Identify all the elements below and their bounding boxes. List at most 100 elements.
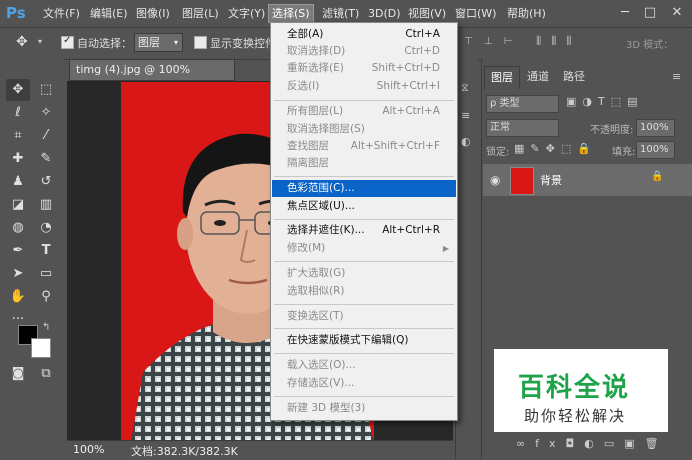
photoshop-logo: Ps [6, 4, 26, 22]
auto-select-target-select[interactable]: 图层 ▾ [134, 33, 183, 52]
eyedropper-icon[interactable]: ⁄ [34, 125, 58, 147]
menu-item-save-selection[interactable]: 存储选区(V)... [272, 375, 456, 392]
menu-item-new-3d-model[interactable]: 新建 3D 模型(3) [272, 400, 456, 417]
menu-3d[interactable]: 3D(D) [365, 5, 404, 22]
menu-item-color-range[interactable]: 色彩范围(C)... [272, 180, 456, 197]
chevron-down-icon[interactable]: ▾ [38, 37, 42, 46]
auto-select-checkbox[interactable] [61, 35, 74, 49]
menu-item-similar[interactable]: 选取相似(R) [272, 283, 456, 300]
layer-thumbnail [510, 167, 534, 195]
blur-tool-icon[interactable]: ◍ [6, 217, 30, 239]
hand-tool-icon[interactable]: ✋ [6, 286, 30, 308]
watermark: 百科全说 助你轻松解决 [494, 349, 668, 432]
path-select-icon[interactable]: ➤ [6, 263, 30, 285]
filter-icons[interactable]: ▣◑T⬚▤ [566, 95, 644, 108]
stamp-tool-icon[interactable]: ♟ [6, 171, 30, 193]
history-brush-icon[interactable]: ↺ [34, 171, 58, 193]
gradient-tool-icon[interactable]: ▥ [34, 194, 58, 216]
layer-row[interactable]: ◉ 背景 🔒 [483, 164, 692, 196]
eye-icon[interactable]: ◉ [490, 173, 500, 187]
lasso-tool-icon[interactable]: ℓ [6, 102, 30, 124]
rectangle-tool-icon[interactable]: ▭ [34, 263, 58, 285]
menu-select[interactable]: 选择(S) [268, 4, 314, 23]
menu-edit[interactable]: 编辑(E) [87, 5, 131, 22]
tab-paths[interactable]: 路径 [557, 66, 591, 88]
select-menu-dropdown: 全部(A) Ctrl+A 取消选择(D) Ctrl+D 重新选择(E) Shift+C… [270, 22, 458, 421]
lock-label: 锁定: [486, 147, 510, 158]
panel-menu-icon[interactable]: ≡ [672, 70, 681, 83]
adjustments-panel-icon[interactable]: ◐ [461, 135, 471, 148]
menu-separator [274, 396, 454, 397]
menu-view[interactable]: 视图(V) [405, 5, 449, 22]
brush-tool-icon[interactable]: ✎ [34, 148, 58, 170]
layer-footer-icons[interactable]: ∞fx◘◐▭▣🗑 [516, 437, 669, 450]
menu-separator [274, 353, 454, 354]
move-tool-icon[interactable]: ✥ [16, 34, 28, 50]
type-tool-icon[interactable]: T [34, 240, 58, 262]
minimize-button[interactable]: ─ [616, 4, 634, 22]
menu-item-quick-mask[interactable]: 在快速蒙版模式下编辑(Q) [272, 332, 456, 349]
menu-item-reselect[interactable]: 重新选择(E) Shift+Ctrl+D [272, 60, 456, 77]
fill-label: 填充: [612, 147, 636, 158]
opacity-label: 不透明度: [590, 125, 634, 136]
background-color-swatch[interactable] [31, 338, 51, 358]
menu-item-grow[interactable]: 扩大选取(G) [272, 265, 456, 282]
lock-icons[interactable]: ▦✎✥⬚🔒 [514, 142, 597, 155]
menu-separator [274, 176, 454, 177]
pen-tool-icon[interactable]: ✒ [6, 240, 30, 262]
menu-image[interactable]: 图像(I) [133, 5, 173, 22]
menu-item-all[interactable]: 全部(A) Ctrl+A [272, 26, 456, 43]
menu-item-focus-area[interactable]: 焦点区域(U)... [272, 198, 456, 215]
menu-file[interactable]: 文件(F) [40, 5, 83, 22]
menu-item-isolate-layers[interactable]: 隔离图层 [272, 155, 456, 172]
show-transform-label: 显示变换控件 [210, 37, 276, 50]
show-transform-checkbox[interactable] [194, 36, 207, 49]
menu-separator [274, 304, 454, 305]
menu-window[interactable]: 窗口(W) [452, 5, 499, 22]
quick-mask-icon[interactable]: ◙ [6, 363, 30, 385]
magic-wand-icon[interactable]: ✧ [34, 102, 58, 124]
blend-mode-select[interactable]: 正常 [486, 119, 559, 137]
close-button[interactable]: ✕ [668, 4, 686, 22]
distribute-icons[interactable]: ⦀ ⦀ ⦀ [536, 34, 574, 49]
eraser-tool-icon[interactable]: ◪ [6, 194, 30, 216]
healing-brush-icon[interactable]: ✚ [6, 148, 30, 170]
menu-item-deselect[interactable]: 取消选择(D) Ctrl+D [272, 43, 456, 60]
crop-tool-icon[interactable]: ⌗ [6, 125, 30, 147]
menu-item-deselect-layers[interactable]: 取消选择图层(S) [272, 121, 456, 138]
layer-name[interactable]: 背景 [540, 172, 562, 188]
menu-layer[interactable]: 图层(L) [179, 5, 222, 22]
lock-icon: 🔒 [651, 171, 664, 182]
swap-colors-icon[interactable]: ↰ [42, 322, 50, 333]
marquee-tool-icon[interactable]: ⬚ [34, 79, 58, 101]
properties-panel-icon[interactable]: ≡ [461, 109, 470, 122]
mode-3d-label: 3D 模式： [626, 40, 674, 51]
document-tab[interactable]: timg (4).jpg @ 100%(RGB/8#) × [69, 59, 235, 96]
menu-item-transform-selection[interactable]: 变换选区(T) [272, 308, 456, 325]
zoom-tool-icon[interactable]: ⚲ [34, 286, 58, 308]
menu-item-select-and-mask[interactable]: 选择并遮住(K)... Alt+Ctrl+R [272, 222, 456, 239]
menu-filter[interactable]: 滤镜(T) [319, 5, 362, 22]
chevron-down-icon: ▾ [173, 38, 178, 47]
menu-item-inverse[interactable]: 反选(I) Shift+Ctrl+I [272, 78, 456, 95]
align-icons[interactable]: ⊤ ⊥ ⊢ [464, 36, 517, 47]
screen-mode-icon[interactable]: ⧉ [34, 363, 58, 385]
fill-input[interactable]: 100% [636, 141, 675, 159]
menu-help[interactable]: 帮助(H) [504, 5, 549, 22]
layer-filter-select[interactable]: ρ 类型 [486, 95, 559, 113]
menu-item-find-layers[interactable]: 查找图层 Alt+Shift+Ctrl+F [272, 138, 456, 155]
dodge-tool-icon[interactable]: ◔ [34, 217, 58, 239]
maximize-button[interactable]: □ [641, 4, 659, 22]
opacity-input[interactable]: 100% [636, 119, 675, 137]
watermark-subtitle: 助你轻松解决 [524, 407, 627, 425]
history-panel-icon[interactable]: ⧖ [461, 81, 469, 95]
move-tool-icon[interactable]: ✥ [6, 79, 30, 101]
menu-item-load-selection[interactable]: 载入选区(O)... [272, 357, 456, 374]
tab-layers[interactable]: 图层 [484, 66, 520, 89]
tab-channels[interactable]: 通道 [521, 66, 555, 88]
menu-type[interactable]: 文字(Y) [225, 5, 268, 22]
zoom-level[interactable]: 100% [73, 443, 104, 456]
document-size-info: 文档:382.3K/382.3K [131, 445, 238, 458]
menu-item-modify[interactable]: 修改(M) ▶ [272, 240, 456, 257]
menu-item-all-layers[interactable]: 所有图层(L) Alt+Ctrl+A [272, 103, 456, 120]
